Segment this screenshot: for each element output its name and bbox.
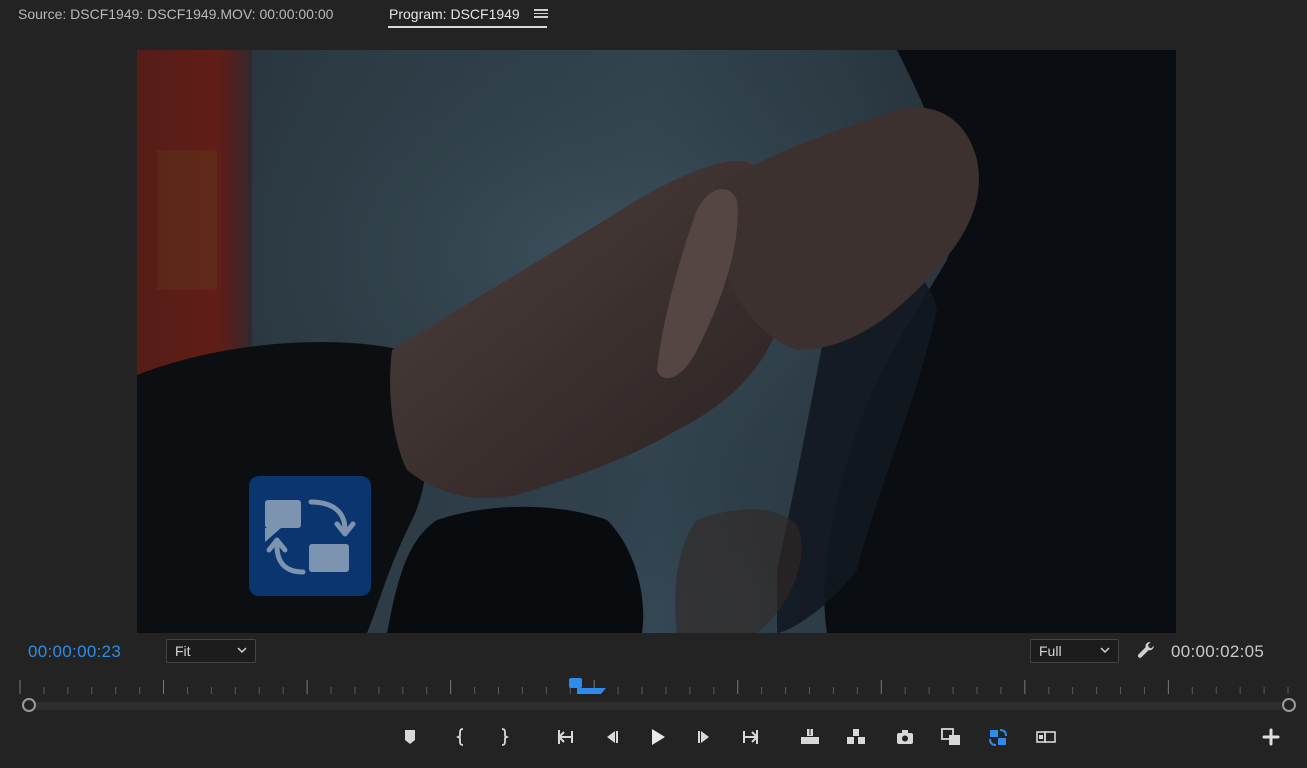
monitor-controls-row: 00:00:00:23 Fit Full 00:00:02:05 [0, 637, 1307, 665]
lift-icon [801, 729, 819, 744]
step-back-button[interactable] [596, 722, 626, 752]
mark-out-icon [501, 728, 510, 746]
step-forward-button[interactable] [690, 722, 720, 752]
chevron-down-icon [1100, 647, 1110, 654]
play-icon [652, 729, 665, 745]
mark-in-icon [455, 728, 464, 746]
extract-button[interactable] [841, 722, 871, 752]
zoom-handle-left[interactable] [22, 698, 36, 712]
chevron-down-icon [237, 647, 247, 654]
time-ruler[interactable] [18, 677, 1290, 695]
zoom-level-dropdown[interactable]: Fit [166, 639, 256, 663]
go-to-in-button[interactable] [550, 722, 580, 752]
vr-video-button[interactable] [1031, 722, 1061, 752]
step-back-icon [607, 731, 618, 743]
wrench-settings-icon[interactable] [1136, 640, 1156, 660]
tab-program-monitor[interactable]: Program: DSCF1949 [389, 6, 520, 22]
zoom-scroll-bar[interactable] [28, 702, 1288, 710]
button-editor-add-icon[interactable] [1258, 724, 1284, 750]
playback-resolution-value: Full [1039, 643, 1062, 659]
proxy-toggle-overlay-icon [249, 476, 371, 596]
panel-tab-bar: Source: DSCF1949: DSCF1949.MOV: 00:00:00… [0, 0, 1307, 34]
comparison-view-icon [941, 728, 960, 745]
toggle-proxies-icon [989, 729, 1007, 746]
add-marker-icon [405, 730, 415, 744]
add-marker-button[interactable] [395, 722, 425, 752]
zoom-level-value: Fit [175, 643, 191, 659]
export-frame-button[interactable] [890, 722, 920, 752]
go-to-in-icon [557, 730, 573, 744]
mark-in-button[interactable] [446, 722, 476, 752]
playhead-marker[interactable] [568, 678, 607, 696]
lift-button[interactable] [795, 722, 825, 752]
tab-source-monitor[interactable]: Source: DSCF1949: DSCF1949.MOV: 00:00:00… [18, 6, 333, 22]
export-frame-icon [897, 730, 913, 744]
active-tab-indicator [388, 26, 547, 28]
playhead-timecode[interactable]: 00:00:00:23 [28, 642, 121, 662]
mark-out-button[interactable] [489, 722, 519, 752]
playback-resolution-dropdown[interactable]: Full [1030, 639, 1119, 663]
panel-menu-icon[interactable] [534, 7, 548, 21]
play-button[interactable] [642, 722, 672, 752]
zoom-handle-right[interactable] [1282, 698, 1296, 712]
toggle-proxies-button[interactable] [983, 722, 1013, 752]
step-forward-icon [698, 731, 709, 743]
transport-controls [0, 722, 1307, 752]
go-to-out-button[interactable] [736, 722, 766, 752]
extract-icon [847, 729, 865, 744]
duration-timecode: 00:00:02:05 [1171, 642, 1265, 661]
comparison-view-button[interactable] [936, 722, 966, 752]
go-to-out-icon [743, 730, 759, 744]
vr-video-icon [1036, 731, 1056, 743]
